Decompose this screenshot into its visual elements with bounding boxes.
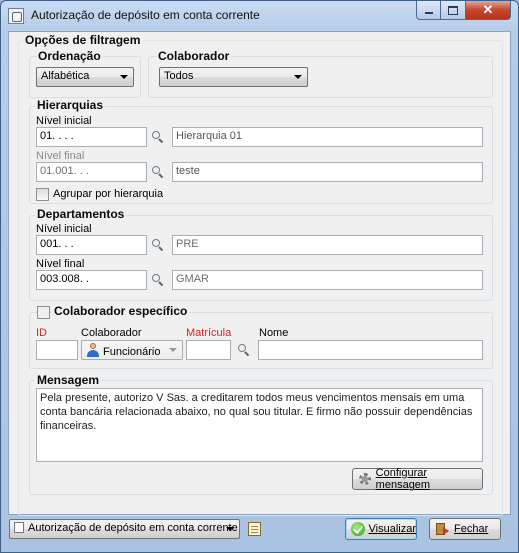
name-label: Nome	[259, 327, 289, 339]
hierarchy-initial-input[interactable]: 01. . . .	[36, 127, 147, 147]
exit-icon	[436, 522, 450, 536]
gear-icon	[358, 472, 372, 486]
id-input[interactable]	[36, 340, 78, 360]
search-icon[interactable]	[152, 274, 164, 286]
ordering-select[interactable]: Alfabética	[36, 67, 134, 87]
title-bar: Autorização de depósito em conta corrent…	[1, 1, 518, 31]
id-label: ID	[36, 327, 47, 339]
report-doc-icon	[14, 522, 24, 533]
hierarchy-final-desc: teste	[172, 162, 483, 182]
hierarchy-initial-label: Nível inicial	[36, 115, 92, 127]
ordering-value: Alfabética	[41, 70, 90, 82]
specific-collaborator-title[interactable]: Colaborador específico	[52, 304, 190, 318]
preview-label: Visualizar	[368, 523, 417, 535]
hierarchy-final-input[interactable]: 01.001. . .	[36, 162, 147, 182]
collaborator-value: Todos	[164, 70, 194, 82]
minimize-icon	[424, 11, 433, 14]
app-icon	[8, 8, 24, 24]
close-window-button[interactable]: ✕	[466, 1, 511, 20]
department-final-input[interactable]: 003.008. .	[36, 270, 147, 290]
collaborator-label: Colaborador	[156, 49, 232, 63]
registration-label: Matrícula	[186, 327, 232, 339]
hierarchy-initial-desc: Hierarquia 01	[172, 127, 483, 147]
group-by-hierarchy-label[interactable]: Agrupar por hierarquia	[53, 188, 163, 200]
department-initial-input[interactable]: 001. . .	[36, 235, 147, 255]
chevron-down-icon	[120, 75, 128, 79]
hierarchy-final-label: Nível final	[36, 150, 85, 162]
app-window: Autorização de depósito em conta corrent…	[0, 0, 519, 553]
chevron-down-icon	[294, 75, 302, 79]
specific-collaborator-checkbox[interactable]	[37, 306, 50, 319]
report-select[interactable]: Autorização de depósito em conta corrent…	[9, 519, 240, 539]
configure-message-label: Configurar mensagem	[375, 467, 431, 491]
close-icon: ✕	[482, 2, 494, 17]
chevron-down-icon	[226, 527, 234, 531]
maximize-button[interactable]	[441, 1, 466, 20]
collab-type-label: Colaborador	[81, 327, 142, 339]
collab-type-value: Funcionário	[103, 346, 161, 358]
report-value: Autorização de depósito em conta corrent…	[28, 522, 238, 534]
filter-options-title: Opções de filtragem	[23, 33, 143, 47]
close-button[interactable]: Fechar	[429, 518, 501, 540]
chevron-down-icon	[169, 348, 177, 352]
message-title: Mensagem	[35, 373, 102, 387]
department-final-label: Nível final	[36, 258, 85, 270]
dialog-body: Opções de filtragem Ordenação Alfabética…	[8, 31, 511, 516]
search-icon[interactable]	[152, 131, 164, 143]
maximize-icon	[448, 5, 458, 15]
collab-type-select[interactable]: Funcionário	[81, 340, 183, 360]
configure-message-button[interactable]: Configurar mensagem	[352, 467, 483, 491]
hierarchies-title: Hierarquias	[35, 98, 106, 112]
bottom-bar: Autorização de depósito em conta corrent…	[8, 515, 511, 545]
user-icon	[86, 343, 100, 357]
search-icon[interactable]	[152, 239, 164, 251]
name-input[interactable]	[258, 340, 483, 360]
ordering-label: Ordenação	[36, 49, 103, 63]
search-icon[interactable]	[152, 166, 164, 178]
registration-input[interactable]	[186, 340, 231, 360]
departments-title: Departamentos	[35, 207, 127, 221]
edit-report-icon[interactable]	[248, 522, 261, 536]
collaborator-select[interactable]: Todos	[159, 67, 308, 87]
department-final-desc: GMAR	[172, 270, 483, 290]
minimize-button[interactable]	[416, 1, 441, 20]
window-title: Autorização de depósito em conta corrent…	[31, 8, 260, 22]
check-icon	[351, 522, 365, 536]
preview-button[interactable]: Visualizar	[345, 518, 417, 540]
close-label: Fechar	[454, 523, 489, 535]
department-initial-label: Nível inicial	[36, 223, 92, 235]
search-icon[interactable]	[238, 344, 250, 356]
group-by-hierarchy-checkbox[interactable]	[36, 188, 49, 201]
department-initial-desc: PRE	[172, 235, 483, 255]
message-textarea[interactable]: Pela presente, autorizo V Sas. a credita…	[36, 388, 483, 462]
